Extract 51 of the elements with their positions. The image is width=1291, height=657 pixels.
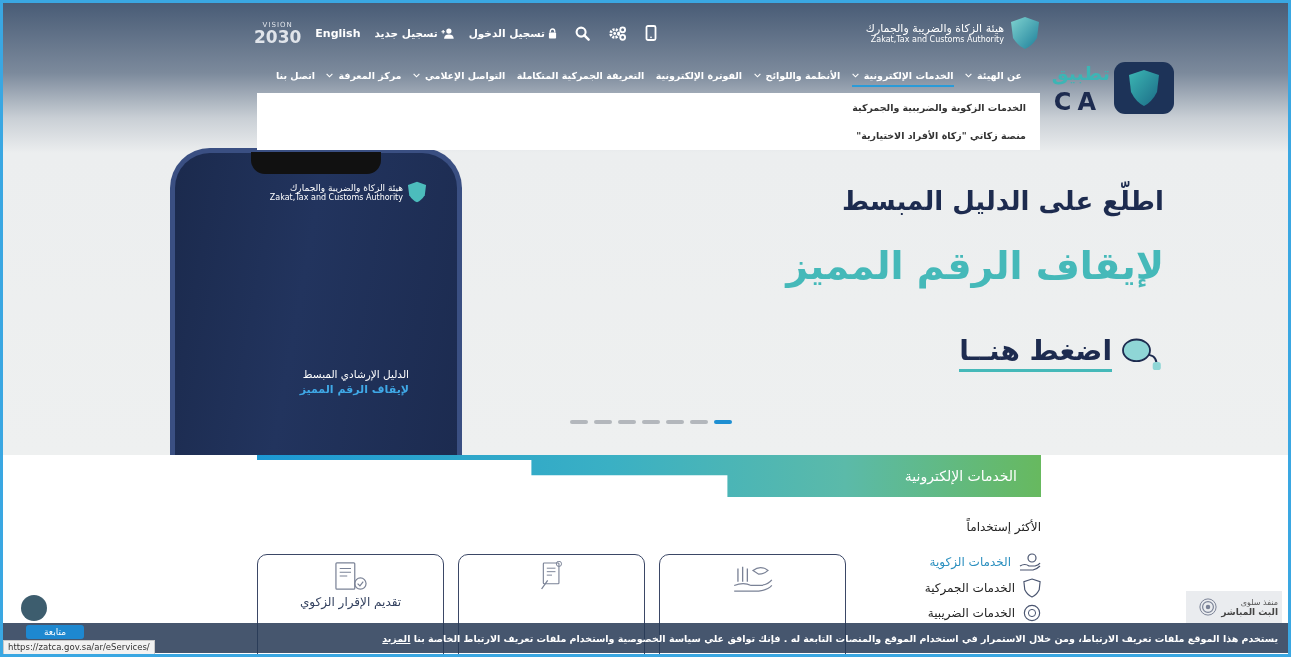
phone-guide-title: الدليل الإرشادي المبسط bbox=[301, 368, 409, 380]
category-item[interactable]: الخدمات الضريبية bbox=[906, 604, 1041, 622]
nav-item[interactable]: التعريفة الجمركية المتكاملة bbox=[516, 65, 645, 87]
hero-heading: اطلّع على الدليل المبسط bbox=[842, 182, 1164, 221]
app-name: CA bbox=[1053, 88, 1102, 116]
dropdown-item[interactable]: الخدمات الزكوية والضريبية والجمركية bbox=[271, 102, 1026, 113]
shield-logo-icon bbox=[1010, 16, 1040, 50]
language-link[interactable]: English bbox=[315, 26, 361, 40]
category-item[interactable]: الخدمات الزكوية bbox=[906, 552, 1041, 572]
login-link[interactable]: تسجيل الدخول bbox=[468, 27, 557, 39]
phone-logo-text: هيئة الزكاة والضريبة والجمارك bbox=[289, 182, 403, 193]
section-title: الخدمات الإلكترونية bbox=[904, 468, 1017, 484]
hand-with-bag-icon bbox=[1019, 552, 1041, 572]
nav-item[interactable]: الفوترة الإلكترونية bbox=[655, 65, 743, 87]
badge-icon bbox=[1023, 604, 1041, 622]
authority-name-english: Zakat,Tax and Customs Authority bbox=[870, 35, 1004, 44]
phone-logo-text-english: Zakat,Tax and Customs Authority bbox=[269, 192, 403, 202]
slide-indicator[interactable] bbox=[714, 420, 732, 425]
status-url: https://zatca.gov.sa/ar/eServices/ bbox=[3, 640, 155, 654]
document-with-pen-icon bbox=[538, 561, 565, 591]
lock-icon bbox=[548, 27, 557, 39]
nav-item[interactable]: عن الهيئة bbox=[965, 65, 1022, 87]
click-here-link[interactable]: اضغط هنــا bbox=[959, 334, 1112, 373]
app-icon[interactable] bbox=[1114, 62, 1174, 114]
most-used-heading: الأكثر إستخداماً bbox=[965, 520, 1041, 534]
widget-caption: منفذ سلوى bbox=[1240, 597, 1278, 607]
category-item[interactable]: الخدمات الجمركية bbox=[906, 578, 1041, 598]
more-link[interactable]: المزيد bbox=[382, 632, 411, 644]
nav-item[interactable]: مركز المعرفة bbox=[326, 65, 402, 87]
chat-icon[interactable] bbox=[21, 595, 47, 621]
nav-item[interactable]: الأنظمة واللوائح bbox=[753, 65, 841, 87]
hero-highlight: لإيقاف الرقم المميز bbox=[786, 243, 1164, 291]
live-stream-widget[interactable]: منفذ سلوى البث المباشر bbox=[1186, 591, 1282, 623]
register-link[interactable]: تسجيل جديد bbox=[374, 27, 455, 39]
widget-title: البث المباشر bbox=[1221, 606, 1278, 617]
dropdown-item[interactable]: منصة زكاتي "زكاة الأفراد الاختيارية" bbox=[271, 130, 1026, 141]
shield-logo-icon bbox=[407, 181, 427, 203]
nav-item[interactable]: التواصل الإعلامي bbox=[412, 65, 506, 87]
app-promo-title: تطبيق bbox=[1051, 62, 1110, 85]
mobile-phone-icon[interactable] bbox=[645, 25, 657, 41]
nav-item[interactable]: اتصل بنا bbox=[276, 65, 316, 87]
nav-item[interactable]: الخدمات الإلكترونية bbox=[851, 65, 954, 87]
user-plus-icon bbox=[440, 27, 455, 39]
card-title: تقديم الإقرار الزكوي bbox=[299, 595, 402, 609]
broadcast-icon bbox=[1199, 598, 1218, 616]
shield-icon bbox=[1023, 578, 1041, 598]
continue-button[interactable]: متابعة bbox=[26, 625, 84, 639]
authority-name: هيئة الزكاة والضريبة والجمارك bbox=[865, 22, 1004, 35]
search-icon[interactable] bbox=[575, 25, 590, 41]
phone-guide-subtitle: لإيقاف الرقم المميز bbox=[298, 383, 409, 396]
gears-icon[interactable] bbox=[608, 25, 627, 41]
